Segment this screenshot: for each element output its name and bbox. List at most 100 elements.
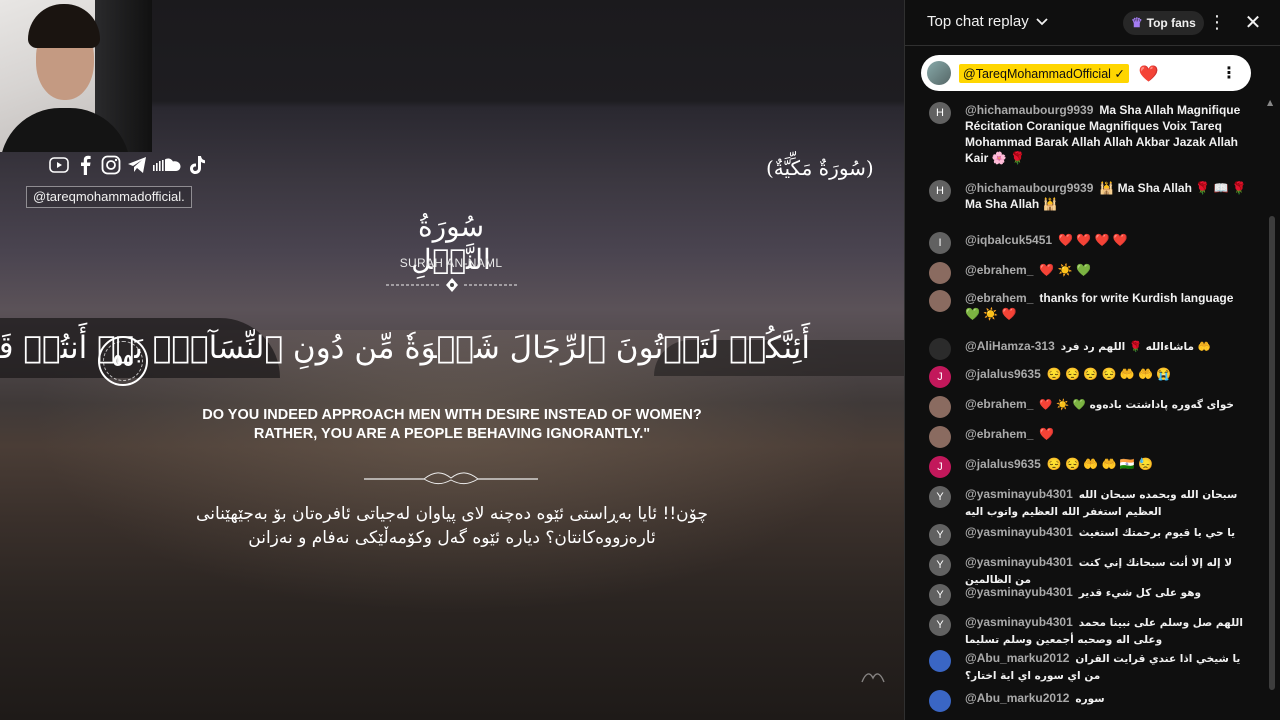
avatar[interactable]: H xyxy=(929,180,951,202)
soundcloud-icon xyxy=(152,154,182,176)
pinned-emoji: ❤️ xyxy=(1138,63,1159,83)
message-body: @ebrahem_ ❤️ ☀️ 💚 xyxy=(965,262,1249,278)
chat-message[interactable]: @Abu_marku2012 سوره xyxy=(929,690,1249,712)
avatar[interactable]: I xyxy=(929,232,951,254)
pinned-message[interactable]: @TareqMohammadOfficial ✓ ❤️ ⋮ xyxy=(921,55,1251,91)
chat-message[interactable]: J @jalalus9635 😔 😔 🤲 🤲 🇮🇳 😓 xyxy=(929,456,1249,478)
message-body: @hichamaubourg9939 🕌 Ma Sha Allah 🌹 📖 🌹 M… xyxy=(965,180,1249,212)
chat-message[interactable]: @AliHamza-313 ماشاءالله 🌹 اللهم رد فرد 🤲 xyxy=(929,338,1249,360)
avatar[interactable] xyxy=(929,690,951,712)
ayah-number-badge: ٥٥ xyxy=(98,336,148,386)
more-options-icon[interactable]: ⋮ xyxy=(1207,12,1227,34)
avatar[interactable]: J xyxy=(929,456,951,478)
message-author[interactable]: @Abu_marku2012 xyxy=(965,651,1069,665)
chat-message-list[interactable]: H @hichamaubourg9939 Ma Sha Allah Magnifiq… xyxy=(905,98,1265,720)
message-author[interactable]: @hichamaubourg9939 xyxy=(965,181,1093,195)
message-author[interactable]: @yasminayub4301 xyxy=(965,487,1073,501)
chevron-down-icon[interactable] xyxy=(1035,14,1049,33)
chat-message[interactable]: H @hichamaubourg9939 Ma Sha Allah Magnifiq… xyxy=(929,102,1249,166)
ornament-divider xyxy=(364,472,538,485)
avatar[interactable] xyxy=(929,650,951,672)
message-author[interactable]: @iqbalcuk5451 xyxy=(965,233,1052,247)
avatar[interactable] xyxy=(929,290,951,312)
facebook-icon xyxy=(74,154,96,176)
message-body: @ebrahem_ ❤️ xyxy=(965,426,1249,442)
avatar[interactable]: Y xyxy=(929,554,951,576)
youtube-icon xyxy=(48,154,70,176)
message-author[interactable]: @yasminayub4301 xyxy=(965,615,1073,629)
chat-message[interactable]: @ebrahem_ ❤️ ☀️ 💚 خوای گەورە پاداشتت بادە… xyxy=(929,396,1249,418)
message-body: @hichamaubourg9939 Ma Sha Allah Magnifiqu… xyxy=(965,102,1249,166)
message-author[interactable]: @hichamaubourg9939 xyxy=(965,103,1093,117)
instagram-icon xyxy=(100,154,122,176)
avatar[interactable]: Y xyxy=(929,614,951,636)
avatar[interactable] xyxy=(929,426,951,448)
chat-message[interactable]: Y @yasminayub4301 اللهم صل وسلم على نبينا … xyxy=(929,614,1249,648)
chat-mode-title[interactable]: Top chat replay xyxy=(927,13,1029,30)
avatar[interactable]: Y xyxy=(929,486,951,508)
chat-message[interactable]: J @jalalus9635 😔 😔 😔 😔 🤲 🤲 😭 xyxy=(929,366,1249,388)
message-text: سوره xyxy=(1075,693,1105,705)
message-author[interactable]: @yasminayub4301 xyxy=(965,525,1073,539)
message-author[interactable]: @yasminayub4301 xyxy=(965,585,1073,599)
message-body: @Abu_marku2012 سوره xyxy=(965,690,1249,707)
message-text: يا حي يا قيوم برحمتك استغيث xyxy=(1078,527,1236,539)
avatar[interactable] xyxy=(929,396,951,418)
webcam-overlay xyxy=(0,0,152,152)
top-fans-button[interactable]: ♛ Top fans xyxy=(1123,11,1204,35)
avatar[interactable]: J xyxy=(929,366,951,388)
telegram-icon xyxy=(126,154,148,176)
message-text: وهو على كل شيء قدير xyxy=(1078,587,1202,599)
message-body: @yasminayub4301 يا حي يا قيوم برحمتك استغ… xyxy=(965,524,1249,541)
message-author[interactable]: @ebrahem_ xyxy=(965,263,1033,277)
chat-header: Top chat replay ♛ Top fans ⋮ ✕ xyxy=(905,0,1280,46)
message-author[interactable]: @yasminayub4301 xyxy=(965,555,1073,569)
message-author[interactable]: @jalalus9635 xyxy=(965,367,1041,381)
message-author[interactable]: @AliHamza-313 xyxy=(965,339,1055,353)
top-fans-label: Top fans xyxy=(1146,16,1196,30)
chat-message[interactable]: @Abu_marku2012 يا شيخي اذا عندي قرايت الق… xyxy=(929,650,1249,684)
chat-message[interactable]: Y @yasminayub4301 يا حي يا قيوم برحمتك است… xyxy=(929,524,1249,546)
message-body: @jalalus9635 😔 😔 🤲 🤲 🇮🇳 😓 xyxy=(965,456,1249,472)
chat-message[interactable]: @ebrahem_ thanks for write Kurdish langua… xyxy=(929,290,1249,322)
chat-message[interactable]: Y @yasminayub4301 وهو على كل شيء قدير xyxy=(929,584,1249,606)
chat-message[interactable]: I @iqbalcuk5451 ❤️ ❤️ ❤️ ❤️ xyxy=(929,232,1249,254)
message-author[interactable]: @ebrahem_ xyxy=(965,427,1033,441)
scroll-up-arrow[interactable]: ▲ xyxy=(1267,98,1277,107)
more-options-icon[interactable]: ⋮ xyxy=(1221,63,1237,82)
message-text: 😔 😔 😔 😔 🤲 🤲 😭 xyxy=(1046,367,1172,381)
chat-message[interactable]: Y @yasminayub4301 لا إله إلا أنت سبحانك إن… xyxy=(929,554,1249,588)
close-icon[interactable]: ✕ xyxy=(1241,10,1265,34)
live-chat-panel: Top chat replay ♛ Top fans ⋮ ✕ @TareqMoh… xyxy=(904,0,1280,720)
message-body: @AliHamza-313 ماشاءالله 🌹 اللهم رد فرد 🤲 xyxy=(965,338,1249,355)
message-author[interactable]: @ebrahem_ xyxy=(965,291,1033,305)
message-body: @ebrahem_ thanks for write Kurdish langua… xyxy=(965,290,1249,322)
verse-kurdish-line: چۆن!! ئایا بەڕاستی ئێوە دەچنە لای پیاوان… xyxy=(196,504,708,524)
message-author[interactable]: @ebrahem_ xyxy=(965,397,1033,411)
chat-message[interactable]: @ebrahem_ ❤️ xyxy=(929,426,1249,448)
avatar[interactable]: H xyxy=(929,102,951,124)
avatar[interactable] xyxy=(929,262,951,284)
screen: @tareqmohammadofficial. (سُورَةٌ مَكِّيَ… xyxy=(0,0,1280,720)
avatar[interactable] xyxy=(929,338,951,360)
message-text: ❤️ ☀️ 💚 xyxy=(1039,263,1091,277)
owner-badge-author[interactable]: @TareqMohammadOfficial ✓ xyxy=(959,63,1129,83)
verse-english: DO YOU INDEED APPROACH MEN WITH DESIRE I… xyxy=(150,406,754,444)
chat-message[interactable]: @ebrahem_ ❤️ ☀️ 💚 xyxy=(929,262,1249,284)
scrollbar-thumb[interactable] xyxy=(1269,216,1275,690)
message-text: ❤️ ❤️ ❤️ ❤️ xyxy=(1058,233,1128,247)
chat-message[interactable]: H @hichamaubourg9939 🕌 Ma Sha Allah 🌹 📖 🌹 … xyxy=(929,180,1249,212)
message-body: @yasminayub4301 وهو على كل شيء قدير xyxy=(965,584,1249,601)
avatar[interactable]: Y xyxy=(929,524,951,546)
chat-message[interactable]: Y @yasminayub4301 سبحان الله وبحمده سبحان … xyxy=(929,486,1249,520)
verse-arabic: أَئِنَّكُمۡ لَتَأۡتُونَ ٱلرِّجَالَ شَهۡو… xyxy=(0,330,810,366)
ornament-divider xyxy=(386,278,518,292)
verse-kurdish: چۆن!! ئایا بەڕاستی ئێوە دەچنە لای پیاوان… xyxy=(150,502,754,550)
message-author[interactable]: @jalalus9635 xyxy=(965,457,1041,471)
video-player[interactable]: @tareqmohammadofficial. (سُورَةٌ مَكِّيَ… xyxy=(0,0,904,720)
avatar[interactable]: Y xyxy=(929,584,951,606)
message-author[interactable]: @Abu_marku2012 xyxy=(965,691,1069,705)
channel-handle: @tareqmohammadofficial. xyxy=(26,186,192,208)
message-body: @jalalus9635 😔 😔 😔 😔 🤲 🤲 😭 xyxy=(965,366,1249,382)
avatar xyxy=(927,61,951,85)
